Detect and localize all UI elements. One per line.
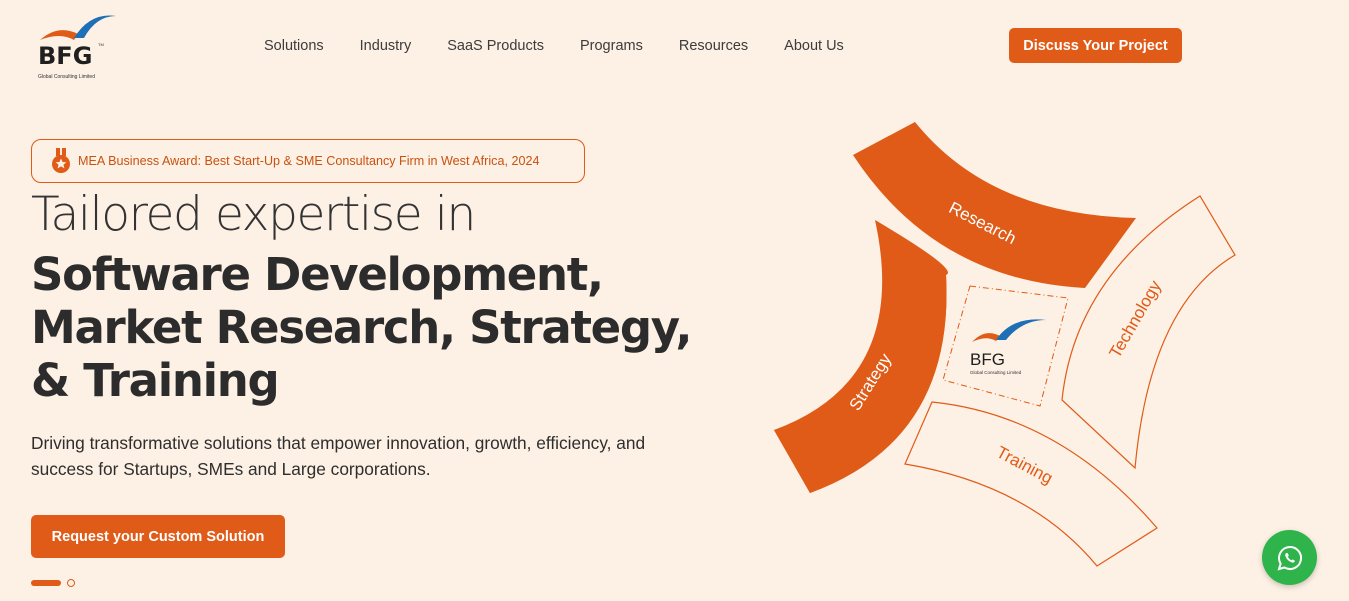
logo-trademark: TM bbox=[98, 42, 104, 47]
services-diagram: Research Strategy Technology Training BF… bbox=[774, 122, 1236, 567]
discuss-project-button[interactable]: Discuss Your Project bbox=[1009, 28, 1182, 63]
segment-training-label: Training bbox=[993, 442, 1056, 487]
center-dashed-frame bbox=[942, 285, 1069, 407]
whatsapp-chat-button[interactable] bbox=[1262, 530, 1317, 585]
brand-logo[interactable]: BFG TM Global Consulting Limited bbox=[34, 10, 124, 82]
logo-tagline: Global Consulting Limited bbox=[38, 74, 95, 80]
hero-headline-light: Tailored expertise in bbox=[31, 187, 476, 242]
segment-strategy-fill bbox=[774, 220, 948, 493]
hero-description: Driving transformative solutions that em… bbox=[31, 433, 646, 479]
main-nav: Solutions Industry SaaS Products Program… bbox=[246, 36, 862, 56]
nav-item-solutions[interactable]: Solutions bbox=[246, 36, 342, 56]
nav-item-saas-products[interactable]: SaaS Products bbox=[429, 36, 562, 56]
award-text: MEA Business Award: Best Start-Up & SME … bbox=[78, 154, 540, 168]
request-custom-solution-button[interactable]: Request your Custom Solution bbox=[31, 515, 285, 558]
center-logo-tagline: Global Consulting Limited bbox=[970, 370, 1022, 375]
hero-headline-line: Software Development, bbox=[31, 248, 604, 301]
nav-item-programs[interactable]: Programs bbox=[562, 36, 661, 56]
hero-headline-line: & Training bbox=[31, 354, 280, 407]
segment-training bbox=[904, 401, 1158, 567]
hero-headline-bold: Software Development, Market Research, S… bbox=[31, 248, 711, 407]
nav-item-resources[interactable]: Resources bbox=[661, 36, 766, 56]
slide-indicator[interactable] bbox=[67, 579, 75, 587]
segment-technology-label: Technology bbox=[1106, 277, 1166, 361]
award-badge: MEA Business Award: Best Start-Up & SME … bbox=[31, 139, 585, 183]
whatsapp-icon bbox=[1277, 545, 1302, 570]
center-logo-text: BFG bbox=[970, 350, 1005, 369]
nav-item-industry[interactable]: Industry bbox=[342, 36, 430, 56]
logo-text: BFG bbox=[38, 42, 93, 70]
nav-item-about-us[interactable]: About Us bbox=[766, 36, 862, 56]
slide-indicator-active[interactable] bbox=[31, 580, 61, 586]
medal-icon bbox=[52, 148, 70, 173]
center-logo-swoosh-icon bbox=[972, 333, 1000, 342]
hero-headline-line: Market Research, Strategy, bbox=[31, 301, 692, 354]
